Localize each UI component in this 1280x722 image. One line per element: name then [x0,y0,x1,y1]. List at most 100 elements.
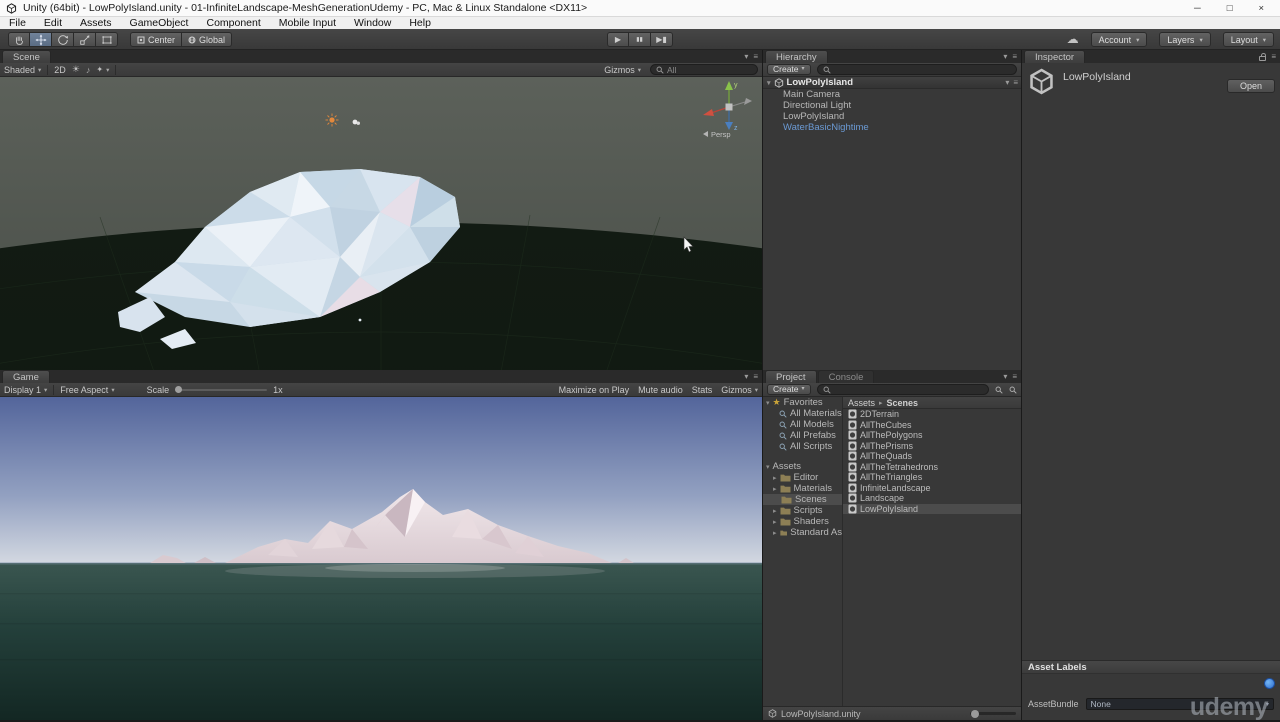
file-allthequads[interactable]: AllTheQuads [843,451,1021,462]
menu-help[interactable]: Help [400,17,440,29]
hierarchy-item-lowpolyisland[interactable]: LowPolyIsland [763,111,1021,122]
maximize-on-play-toggle[interactable]: Maximize on Play [559,385,630,395]
expand-arrow-icon[interactable] [767,77,771,88]
pause-button[interactable]: ▮▮ [629,32,651,47]
assets-root-folder[interactable]: Assets [763,461,842,472]
scene-search-input[interactable]: All [650,64,758,75]
hierarchy-item-waterbasicnightime[interactable]: WaterBasicNightime [763,122,1021,133]
layers-dropdown[interactable]: Layers [1159,32,1210,47]
menu-assets[interactable]: Assets [71,17,121,29]
folder-editor[interactable]: Editor [763,472,842,483]
lock-icon[interactable] [1259,56,1266,61]
folder-scripts[interactable]: Scripts [763,505,842,516]
rotate-tool-button[interactable] [52,32,74,47]
search-by-type-icon[interactable] [995,386,1003,394]
panel-menu-icon[interactable]: ≡ [753,372,758,382]
menu-file[interactable]: File [0,17,35,29]
tab-project[interactable]: Project [765,370,817,383]
panel-menu-icon[interactable]: ≡ [1012,52,1017,62]
mute-audio-toggle[interactable]: Mute audio [638,385,683,395]
game-gizmos-dropdown[interactable]: Gizmos [721,385,758,395]
panel-menu-icon[interactable]: ≡ [1271,52,1276,62]
stats-toggle[interactable]: Stats [692,385,713,395]
account-dropdown[interactable]: Account [1091,32,1148,47]
project-create-button[interactable]: Create [767,384,811,395]
close-icon[interactable]: × [1258,3,1264,14]
menu-mobile-input[interactable]: Mobile Input [270,17,345,29]
tab-scene[interactable]: Scene [2,50,51,63]
panel-dropdown-icon[interactable]: ▾ [1003,372,1007,382]
expand-arrow-icon[interactable] [766,397,770,408]
persp-label[interactable]: Persp [711,130,731,139]
project-search-input[interactable] [817,384,989,395]
hand-tool-button[interactable] [8,32,30,47]
scene-viewport[interactable]: y z Persp [0,77,762,370]
file-lowpolyisland[interactable]: LowPolyIsland [843,504,1021,515]
favorite-all-scripts[interactable]: All Scripts [763,441,842,452]
hierarchy-item-main-camera[interactable]: Main Camera [763,89,1021,100]
scale-slider[interactable] [175,389,267,391]
breadcrumb-scenes[interactable]: Scenes [887,398,919,408]
tab-console[interactable]: Console [818,370,875,383]
favorites-header[interactable]: ★ Favorites [763,397,842,408]
file-allthetriangles[interactable]: AllTheTriangles [843,472,1021,483]
file-infinitelandscape[interactable]: InfiniteLandscape [843,483,1021,494]
file-allthepolygons[interactable]: AllThePolygons [843,430,1021,441]
expand-arrow-icon[interactable] [773,505,777,516]
play-button[interactable]: ▶ [607,32,629,47]
space-toggle-button[interactable]: Global [182,32,232,47]
display-dropdown[interactable]: Display 1 [4,385,47,395]
cloud-icon[interactable]: ☁ [1067,32,1079,47]
tab-inspector[interactable]: Inspector [1024,50,1085,63]
expand-arrow-icon[interactable] [773,472,777,483]
rect-tool-button[interactable] [96,32,118,47]
favorite-all-models[interactable]: All Models [763,419,842,430]
scene-lighting-icon[interactable]: ☀ [72,64,80,75]
panel-menu-icon[interactable]: ≡ [753,52,758,62]
hierarchy-item-directional-light[interactable]: Directional Light [763,100,1021,111]
file-allthecubes[interactable]: AllTheCubes [843,420,1021,431]
minimize-icon[interactable]: ─ [1194,3,1201,14]
move-tool-button[interactable] [30,32,52,47]
hierarchy-scene-header[interactable]: LowPolyIsland ▾ ≡ [763,77,1021,89]
file-allthetetrahedrons[interactable]: AllTheTetrahedrons [843,462,1021,473]
scene-effects-dropdown[interactable]: ✦ [96,65,109,74]
tab-hierarchy[interactable]: Hierarchy [765,50,828,63]
expand-arrow-icon[interactable] [773,516,777,527]
scene-options-icon[interactable]: ▾ [1005,78,1009,87]
panel-menu-icon[interactable]: ≡ [1012,372,1017,382]
expand-arrow-icon[interactable] [773,527,777,538]
file-2dterrain[interactable]: 2DTerrain [843,409,1021,420]
2d-toggle[interactable]: 2D [54,65,66,75]
menu-window[interactable]: Window [345,17,400,29]
search-by-label-icon[interactable] [1009,386,1017,394]
favorite-all-materials[interactable]: All Materials [763,408,842,419]
shading-mode-dropdown[interactable]: Shaded [4,65,41,75]
menu-component[interactable]: Component [197,17,269,29]
hierarchy-search-input[interactable] [817,64,1017,75]
folder-standard-assets[interactable]: Standard As [763,527,842,538]
favorite-all-prefabs[interactable]: All Prefabs [763,430,842,441]
scene-audio-icon[interactable]: ♪ [86,65,91,75]
menu-gameobject[interactable]: GameObject [121,17,198,29]
panel-dropdown-icon[interactable]: ▾ [744,52,748,62]
panel-dropdown-icon[interactable]: ▾ [744,372,748,382]
expand-arrow-icon[interactable] [766,461,770,472]
game-viewport[interactable] [0,397,762,720]
hierarchy-create-button[interactable]: Create [767,64,811,75]
step-button[interactable]: ▶▮ [651,32,673,47]
layout-dropdown[interactable]: Layout [1223,32,1274,47]
tab-game[interactable]: Game [2,370,50,383]
asset-label-picker-button[interactable] [1264,678,1275,689]
aspect-dropdown[interactable]: Free Aspect [60,385,114,395]
scale-tool-button[interactable] [74,32,96,47]
scene-menu-icon[interactable]: ≡ [1013,78,1018,87]
folder-materials[interactable]: Materials [763,483,842,494]
pivot-toggle-button[interactable]: Center [130,32,182,47]
folder-scenes[interactable]: Scenes [763,494,842,505]
menu-edit[interactable]: Edit [35,17,71,29]
expand-arrow-icon[interactable] [773,483,777,494]
folder-shaders[interactable]: Shaders [763,516,842,527]
scene-gizmos-dropdown[interactable]: Gizmos [604,65,641,75]
file-landscape[interactable]: Landscape [843,493,1021,504]
